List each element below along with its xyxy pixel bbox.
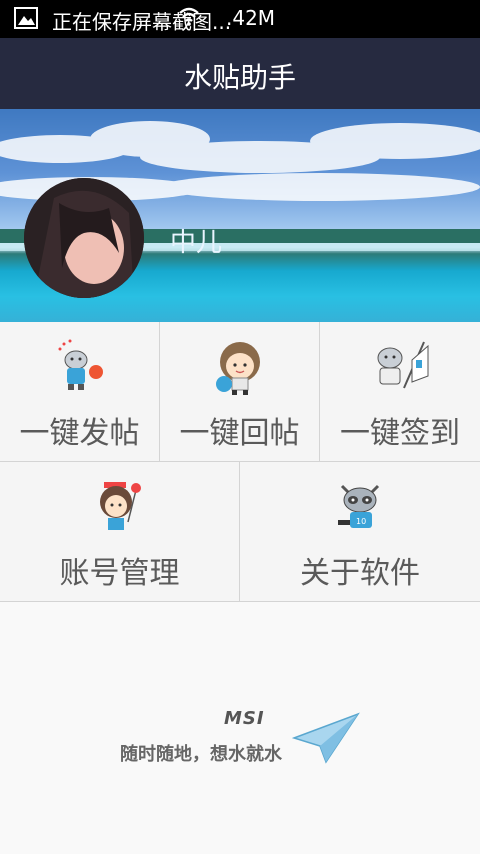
brand-logo: MSI xyxy=(224,708,265,729)
svg-text:10: 10 xyxy=(356,517,366,526)
account-management-button[interactable]: 账号管理 xyxy=(0,462,240,602)
cat-mascot-icon xyxy=(58,339,103,390)
reply-label: 一键回帖 xyxy=(179,416,300,451)
girl-flower-icon xyxy=(100,482,141,530)
about-button[interactable]: 10 关于软件 xyxy=(240,462,480,602)
signin-label: 一键签到 xyxy=(340,416,460,451)
avatar-portrait xyxy=(24,178,144,298)
menu-grid: 一键发帖 一键回帖 一键签到 账号管理 10 关于软件 xyxy=(0,322,480,602)
signin-button[interactable]: 一键签到 xyxy=(320,322,480,462)
status-size-text: .42M xyxy=(226,6,276,30)
username-label: 中儿 xyxy=(170,228,223,258)
girl-mascot-icon xyxy=(216,342,260,395)
about-label: 关于软件 xyxy=(300,556,420,591)
reply-button[interactable]: 一键回帖 xyxy=(160,322,320,462)
slogan-text: 随时随地，想水就水 xyxy=(120,744,282,765)
wifi-icon xyxy=(179,7,199,26)
status-bar: 正在保存屏幕截图... .42M xyxy=(0,0,480,38)
account-management-label: 账号管理 xyxy=(59,556,180,591)
flag-mascot-icon xyxy=(377,341,429,389)
user-avatar[interactable] xyxy=(24,178,144,298)
paper-plane-icon xyxy=(292,712,360,764)
image-notification-icon xyxy=(14,7,38,29)
post-label: 一键发帖 xyxy=(19,416,140,451)
title-bar: 水贴助手 xyxy=(0,38,480,109)
app-title: 水贴助手 xyxy=(183,61,296,94)
post-button[interactable]: 一键发帖 xyxy=(0,322,160,462)
status-notification-text: 正在保存屏幕截图... xyxy=(52,10,232,34)
raccoon-mascot-icon: 10 xyxy=(338,484,380,528)
